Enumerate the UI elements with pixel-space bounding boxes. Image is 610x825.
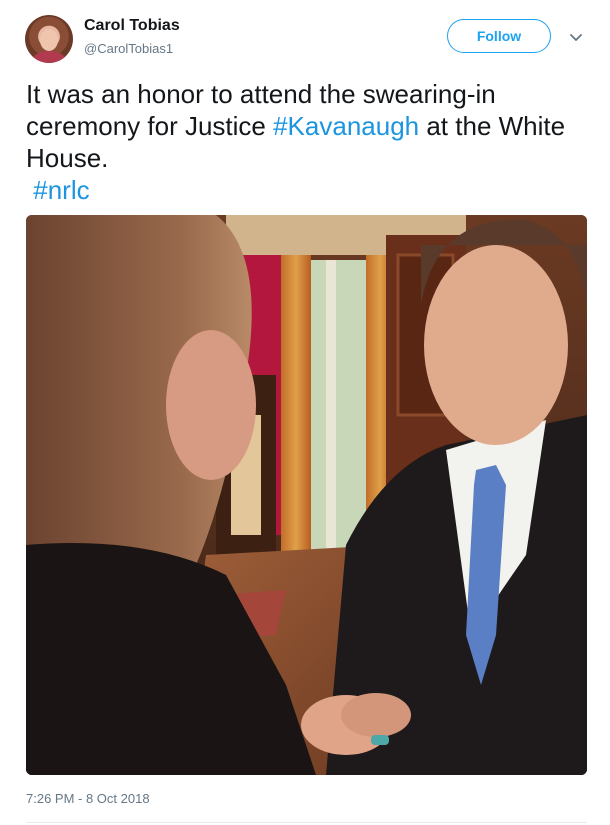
avatar-shirt [33,51,65,63]
hashtag-kavanaugh[interactable]: #Kavanaugh [273,111,419,141]
avatar-face [40,29,58,51]
divider [26,822,587,823]
photo-illustration [26,215,587,775]
tweet-card: Carol Tobias @CarolTobias1 Follow It was… [0,0,610,825]
follow-button[interactable]: Follow [447,19,551,53]
avatar[interactable] [25,15,73,63]
chevron-down-icon[interactable] [568,29,584,45]
tweet-timestamp[interactable]: 7:26 PM - 8 Oct 2018 [26,791,150,806]
author-handle[interactable]: @CarolTobias1 [84,41,173,56]
hashtag-nrlc[interactable]: #nrlc [33,175,89,205]
author-name[interactable]: Carol Tobias [84,17,180,35]
tweet-photo[interactable] [26,215,587,775]
tweet-text: It was an honor to attend the swearing-i… [26,78,586,206]
